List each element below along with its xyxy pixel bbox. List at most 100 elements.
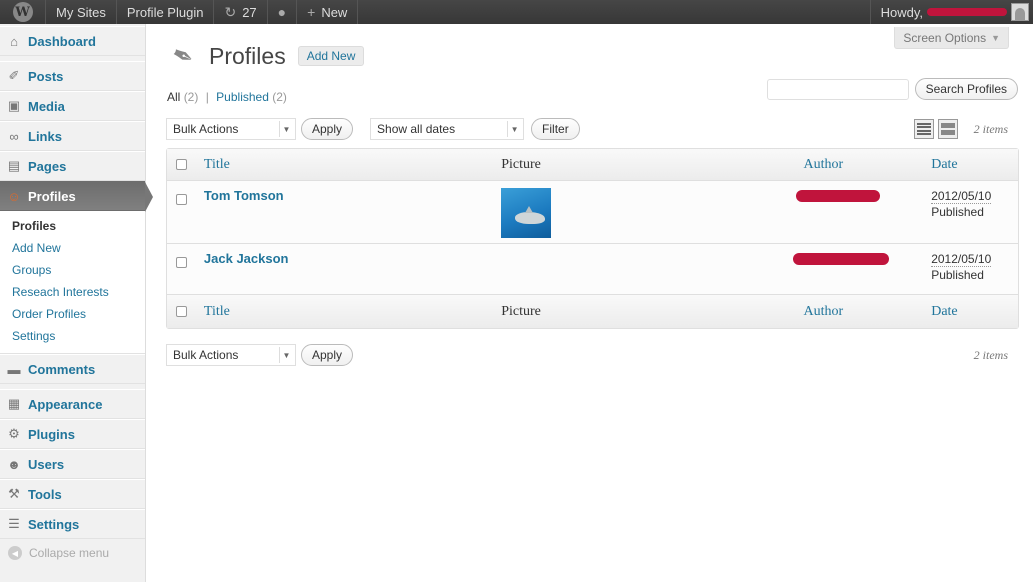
search-input[interactable] xyxy=(766,78,909,100)
submenu-settings[interactable]: Settings xyxy=(0,325,145,347)
search-profiles-button[interactable]: Search Profiles xyxy=(914,78,1018,100)
filter-all-count: (2) xyxy=(183,90,199,104)
add-new-button[interactable]: Add New xyxy=(297,46,365,66)
users-icon: ☻ xyxy=(7,456,21,472)
menu-label: Pages xyxy=(28,158,67,174)
refresh-icon: ↻ xyxy=(224,3,237,20)
row-title-link[interactable]: Jack Jackson xyxy=(204,251,289,266)
howdy-label: Howdy, xyxy=(880,4,923,20)
main-content: Screen Options ▼ ✒ Profiles Add New All … xyxy=(147,24,1033,582)
row-title-link[interactable]: Tom Tomson xyxy=(204,188,284,203)
column-author-header[interactable]: Author xyxy=(804,157,844,172)
row-date-value: 2012/05/10 xyxy=(931,252,992,267)
admin-bar: W My Sites Profile Plugin ↻ 27 ● + New H… xyxy=(0,0,1033,24)
menu-appearance[interactable]: ▦ Appearance xyxy=(0,389,145,419)
menu-pages[interactable]: ▤ Pages xyxy=(0,151,145,181)
row-date: 2012/05/10 Published xyxy=(931,188,1018,220)
bottom-count-wrap: 2 items xyxy=(962,348,1018,363)
row-date-value: 2012/05/10 xyxy=(931,189,992,204)
status-filters: All (2) | Published (2) xyxy=(167,90,287,104)
menu-plugins[interactable]: ⚙ Plugins xyxy=(0,419,145,449)
select-all-checkbox-footer[interactable] xyxy=(176,306,188,317)
row-checkbox[interactable] xyxy=(176,257,188,268)
redacted-author xyxy=(795,190,880,202)
pages-icon: ▤ xyxy=(7,158,21,173)
dashboard-icon: ⌂ xyxy=(10,33,18,49)
collapse-arrow-icon: ◀ xyxy=(8,546,22,560)
row-status: Published xyxy=(931,268,984,282)
page-title: Profiles xyxy=(209,42,286,69)
view-switch: 2 items xyxy=(913,119,1018,139)
menu-label: Profiles xyxy=(28,188,76,204)
items-count: 2 items xyxy=(973,121,1008,136)
list-view-icon[interactable] xyxy=(913,119,934,139)
column-picture-footer: Picture xyxy=(501,303,541,319)
caret-down-icon: ▼ xyxy=(991,32,1000,43)
bulk-actions-select[interactable]: Bulk Actions ▼ xyxy=(166,118,296,140)
date-filter-select[interactable]: Show all dates ▼ xyxy=(370,118,525,140)
my-account-menu[interactable]: Howdy, xyxy=(869,0,1033,24)
menu-tools[interactable]: ⚒ Tools xyxy=(0,479,145,509)
menu-media[interactable]: ▣ Media xyxy=(0,91,145,121)
row-checkbox[interactable] xyxy=(176,194,188,205)
excerpt-view-icon[interactable] xyxy=(937,119,958,139)
menu-posts[interactable]: ✐ Posts xyxy=(0,61,145,91)
new-content-menu[interactable]: + New xyxy=(297,0,359,24)
column-date-header[interactable]: Date xyxy=(931,157,957,172)
menu-label: Users xyxy=(28,456,65,472)
row-date: 2012/05/10 Published xyxy=(931,251,1018,283)
filter-button[interactable]: Filter xyxy=(531,118,580,140)
menu-links[interactable]: ∞ Links xyxy=(0,121,145,151)
menu-label: Links xyxy=(28,128,62,144)
menu-settings[interactable]: ☰ Settings xyxy=(0,509,145,539)
menu-label: Dashboard xyxy=(28,33,96,49)
menu-dashboard[interactable]: ⌂ Dashboard xyxy=(0,26,145,56)
apply-button[interactable]: Apply xyxy=(301,118,354,140)
chevron-down-icon: ▼ xyxy=(279,121,293,137)
plus-icon: + xyxy=(307,4,316,20)
collapse-menu-button[interactable]: ◀ Collapse menu xyxy=(0,539,145,567)
menu-label: Plugins xyxy=(28,426,75,442)
screen-options-label: Screen Options xyxy=(903,30,987,45)
apply-button-bottom[interactable]: Apply xyxy=(301,344,354,366)
page-header: ✒ Profiles Add New xyxy=(167,37,365,74)
menu-label: Appearance xyxy=(28,396,103,412)
menu-label: Comments xyxy=(28,361,96,377)
avatar xyxy=(1011,3,1029,21)
filter-published[interactable]: Published xyxy=(216,90,269,104)
new-label: New xyxy=(321,4,348,20)
submenu-order-profiles[interactable]: Order Profiles xyxy=(0,303,145,325)
bulk-actions-value: Bulk Actions xyxy=(173,122,239,136)
submenu-research-interests[interactable]: Reseach Interests xyxy=(0,281,145,303)
profile-picture xyxy=(501,188,552,238)
profiles-submenu: Profiles Add New Groups Reseach Interest… xyxy=(0,211,145,354)
updates-menu[interactable]: ↻ 27 xyxy=(214,0,268,24)
person-icon: ☺ xyxy=(7,188,21,204)
comments-menu[interactable]: ● xyxy=(268,0,298,24)
table-row: Tom Tomson 2012/05/10 Published xyxy=(167,181,1018,244)
my-sites-menu[interactable]: My Sites xyxy=(46,0,117,24)
wordpress-logo-menu[interactable]: W xyxy=(0,0,46,24)
menu-comments[interactable]: ▬ Comments xyxy=(0,354,145,384)
link-icon: ∞ xyxy=(9,128,19,144)
wordpress-logo-icon: W xyxy=(12,2,33,22)
appearance-icon: ▦ xyxy=(7,396,21,411)
screen-options-button[interactable]: Screen Options ▼ xyxy=(894,27,1009,49)
filter-all[interactable]: All xyxy=(167,90,180,104)
menu-users[interactable]: ☻ Users xyxy=(0,449,145,479)
site-name-label: Profile Plugin xyxy=(126,4,204,20)
column-picture-header: Picture xyxy=(501,156,541,172)
submenu-add-new[interactable]: Add New xyxy=(0,237,145,259)
column-date-footer[interactable]: Date xyxy=(931,304,957,319)
menu-profiles[interactable]: ☺ Profiles xyxy=(0,181,153,212)
bulk-actions-select-bottom[interactable]: Bulk Actions ▼ xyxy=(166,344,296,366)
submenu-profiles[interactable]: Profiles xyxy=(0,215,145,237)
tablenav-top: Bulk Actions ▼ Apply Show all dates ▼ Fi… xyxy=(166,118,1018,140)
site-name-menu[interactable]: Profile Plugin xyxy=(117,0,215,24)
comment-bubble-icon: ● xyxy=(277,4,287,20)
submenu-groups[interactable]: Groups xyxy=(0,259,145,281)
select-all-checkbox[interactable] xyxy=(176,159,188,170)
column-title-header[interactable]: Title xyxy=(204,157,230,172)
column-author-footer[interactable]: Author xyxy=(804,304,844,319)
column-title-footer[interactable]: Title xyxy=(204,304,230,319)
